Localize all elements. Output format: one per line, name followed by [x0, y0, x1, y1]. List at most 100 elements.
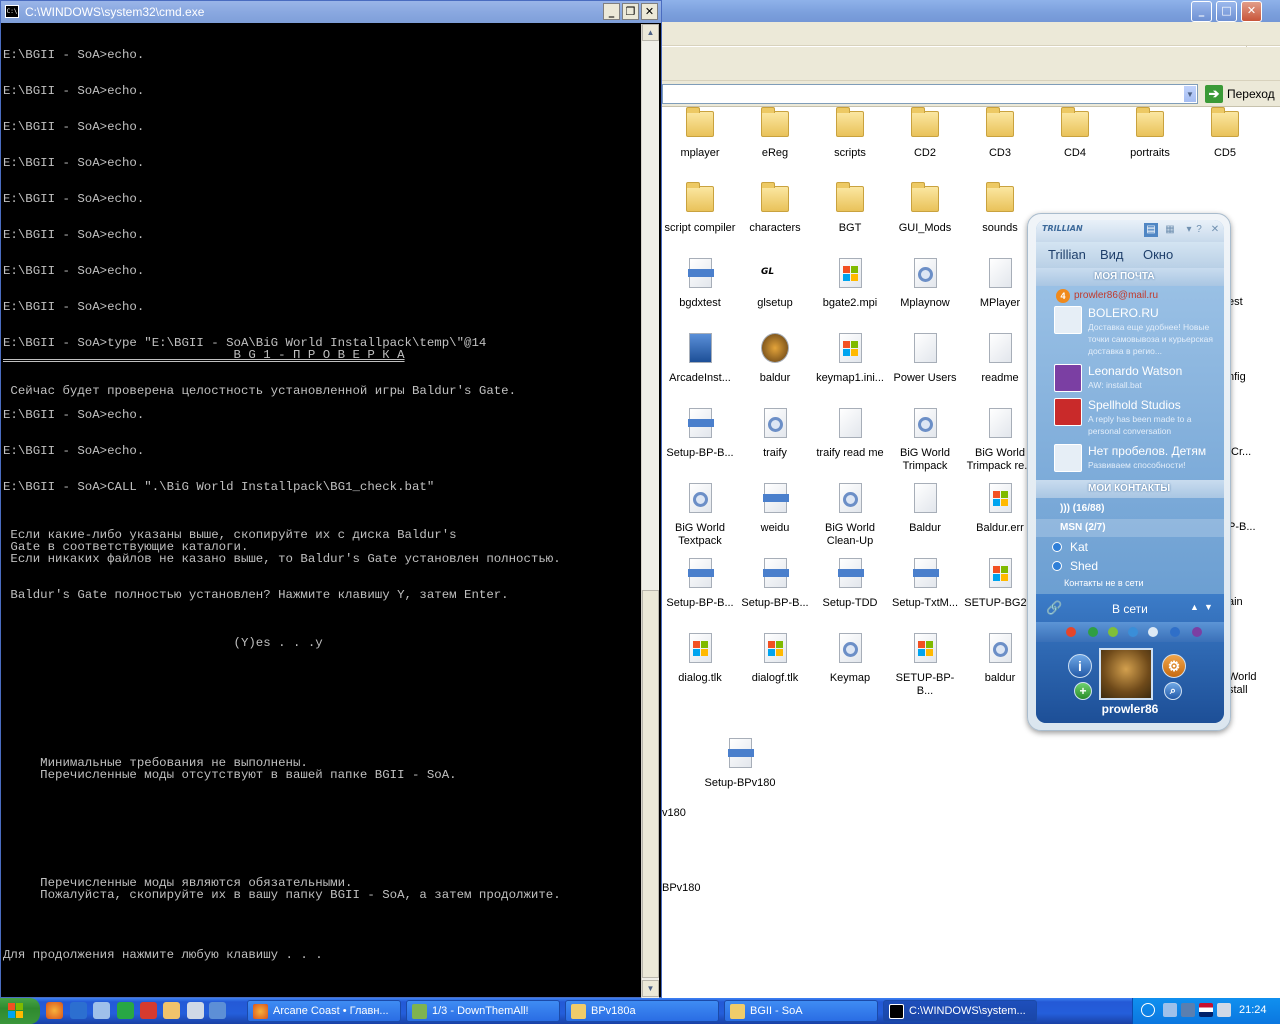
info-icon[interactable]: i [1068, 654, 1092, 678]
file-item[interactable]: portraits [1114, 107, 1186, 160]
monitor-icon[interactable] [1181, 1003, 1195, 1017]
app-quicklaunch-icon[interactable] [163, 1002, 180, 1019]
file-item[interactable]: keymap1.ini... [814, 332, 886, 385]
file-item[interactable]: BGT [814, 182, 886, 235]
contact-item[interactable]: Shed [1036, 557, 1224, 575]
yahoo-icon[interactable] [1192, 627, 1202, 637]
mail-message-item[interactable]: Нет пробелов. Детям Развиваем способност… [1036, 444, 1224, 474]
minimize-icon[interactable]: _ [603, 3, 620, 20]
taskbar-button-downthemall[interactable]: 1/3 - DownThemAll! [406, 1000, 560, 1022]
file-item[interactable]: sounds [964, 182, 1036, 235]
file-item[interactable]: eReg [739, 107, 811, 160]
file-item[interactable]: BiG World Trimpack [889, 407, 961, 473]
file-item[interactable]: readme [964, 332, 1036, 385]
explorer-title-bar[interactable]: _ □ ✕ [662, 0, 1280, 22]
file-item[interactable]: Power Users [889, 332, 961, 385]
scroll-up-icon[interactable]: ▲ [642, 24, 659, 41]
offline-contacts-row[interactable]: Контакты не в сети [1036, 576, 1224, 592]
mail-message-item[interactable]: Leonardo Watson AW: install.bat [1036, 364, 1224, 394]
firefox-quicklaunch-icon[interactable] [46, 1002, 63, 1019]
file-item[interactable]: scripts [814, 107, 886, 160]
file-item[interactable]: script compiler [664, 182, 736, 235]
chevron-up-icon[interactable]: ▲ [1190, 602, 1199, 612]
aim-icon[interactable] [1066, 627, 1076, 637]
file-item[interactable]: bgate2.mpi [814, 257, 886, 310]
scrollbar[interactable]: ▲ ▼ [641, 24, 659, 998]
file-item[interactable]: BiG World Trimpack re... [964, 407, 1036, 473]
scroll-thumb[interactable] [642, 590, 659, 978]
file-item[interactable]: Setup-TDD [814, 557, 886, 610]
file-item[interactable]: CD5 [1189, 107, 1261, 160]
file-item[interactable]: SETUP-BG2... [964, 557, 1036, 610]
file-item[interactable]: SETUP-BP-B... [889, 632, 961, 698]
file-item[interactable]: baldur [739, 332, 811, 385]
x-quicklaunch-icon[interactable] [187, 1002, 204, 1019]
settings-icon[interactable]: ⚙ [1162, 654, 1186, 678]
file-item[interactable]: Keymap [814, 632, 886, 685]
cmd-title-bar[interactable]: C:\ C:\WINDOWS\system32\cmd.exe _ ❐ ✕ [1, 1, 661, 23]
file-item[interactable]: traify [739, 407, 811, 460]
contact-list-icon[interactable]: ▤ [1144, 223, 1158, 237]
go-button[interactable]: ➔ Переход [1203, 84, 1279, 104]
mail-icon[interactable] [1148, 627, 1158, 637]
group-msn[interactable]: MSN (2/7) [1036, 519, 1224, 537]
mail-message-item[interactable]: BOLERO.RU Доставка еще удобнее! Новые то… [1036, 306, 1224, 360]
close-icon[interactable]: ✕ [1208, 223, 1222, 237]
ie-quicklaunch-icon[interactable] [209, 1002, 226, 1019]
file-item[interactable]: BiG World Textpack [664, 482, 736, 548]
file-item[interactable]: GL glsetup [739, 257, 811, 310]
close-icon[interactable]: ✕ [641, 3, 658, 20]
trillian-header[interactable]: TRILLIAN ▤ ▦ ▾ ? ✕ [1036, 220, 1224, 242]
file-item[interactable]: CD3 [964, 107, 1036, 160]
menu-item-window[interactable]: Окно [1143, 247, 1173, 262]
file-item[interactable]: Setup-BP-B... [664, 557, 736, 610]
chevron-down-icon[interactable]: ▼ [1204, 602, 1213, 612]
file-item[interactable]: CD4 [1039, 107, 1111, 160]
file-item[interactable]: MPlayer [964, 257, 1036, 310]
group-all[interactable]: ))) (16/88) [1036, 500, 1224, 518]
network-icon[interactable] [1163, 1003, 1177, 1017]
file-item[interactable]: traify read me [814, 407, 886, 460]
mail-section-header[interactable]: МОЯ ПОЧТА [1036, 268, 1224, 286]
tool-quicklaunch-icon[interactable] [140, 1002, 157, 1019]
file-item[interactable]: Setup-BP-B... [739, 557, 811, 610]
file-item[interactable]: weidu [739, 482, 811, 535]
view-icon[interactable]: ▦ [1163, 223, 1177, 237]
search-icon[interactable]: ⌕ [1164, 682, 1182, 700]
jabber-icon[interactable] [1108, 627, 1118, 637]
status-selector[interactable]: 🔗 В сети ▲ ▼ [1036, 598, 1224, 620]
h-quicklaunch-icon[interactable] [117, 1002, 134, 1019]
taskbar-button-bgii[interactable]: BGII - SoA [724, 1000, 878, 1022]
help-icon[interactable]: ? [1192, 223, 1206, 237]
add-contact-icon[interactable]: + [1074, 682, 1092, 700]
language-icon[interactable] [1199, 1003, 1213, 1017]
file-item[interactable]: Baldur.err [964, 482, 1036, 535]
file-item[interactable]: bgdxtest [664, 257, 736, 310]
file-item[interactable]: Setup-BP-B... [664, 407, 736, 460]
volume-icon[interactable] [1217, 1003, 1231, 1017]
minimize-icon[interactable]: _ [1191, 1, 1212, 22]
link-quicklaunch-icon[interactable] [93, 1002, 110, 1019]
contacts-section-header[interactable]: МОИ КОНТАКТЫ [1036, 480, 1224, 498]
file-item[interactable]: Mplaynow [889, 257, 961, 310]
taskbar-button-cmd[interactable]: C:\WINDOWS\system... [883, 1000, 1037, 1022]
file-item[interactable]: characters [739, 182, 811, 235]
file-item[interactable]: Setup-TxtM... [889, 557, 961, 610]
icq-icon[interactable] [1088, 627, 1098, 637]
file-item[interactable]: Baldur [889, 482, 961, 535]
address-input[interactable] [662, 84, 1198, 104]
taskbar-button-firefox[interactable]: Arcane Coast • Главн... [247, 1000, 401, 1022]
start-button[interactable] [0, 998, 40, 1024]
file-item[interactable]: mplayer [664, 107, 736, 160]
file-item[interactable]: baldur [964, 632, 1036, 685]
irc-icon[interactable] [1128, 627, 1138, 637]
file-item[interactable]: ArcadeInst... [664, 332, 736, 385]
file-item[interactable]: BiG World Clean-Up [814, 482, 886, 548]
msn-icon[interactable] [1170, 627, 1180, 637]
taskbar-button-bpv180a[interactable]: BPv180a [565, 1000, 719, 1022]
menu-item-trillian[interactable]: Trillian [1048, 247, 1086, 262]
file-item[interactable]: Setup-BPv180 [704, 737, 776, 790]
chevron-down-icon[interactable]: ▼ [1183, 85, 1197, 103]
mail-account-row[interactable]: 4 prowler86@mail.ru [1036, 286, 1224, 304]
file-item[interactable]: dialog.tlk [664, 632, 736, 685]
